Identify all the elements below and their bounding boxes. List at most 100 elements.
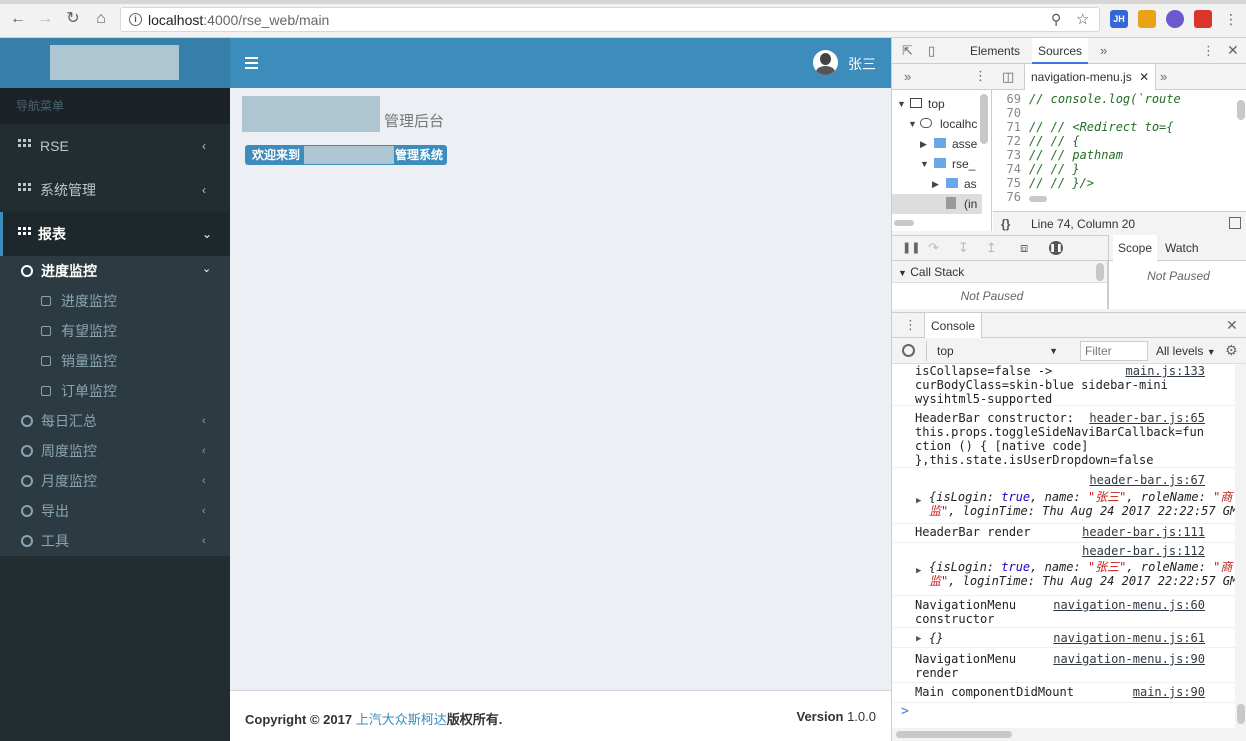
pause-on-exceptions-icon[interactable]: ❚❚ bbox=[1049, 241, 1063, 255]
close-icon[interactable]: ✕ bbox=[1139, 70, 1149, 84]
circle-icon bbox=[21, 535, 33, 547]
welcome-suffix: 管理系统 bbox=[395, 148, 444, 162]
chrome-menu-icon[interactable]: ⋮ bbox=[1222, 10, 1240, 28]
chevron-down-icon: ⌄ bbox=[202, 227, 213, 241]
code-scrollbar[interactable] bbox=[1237, 100, 1245, 120]
pause-icon[interactable]: ❚❚ bbox=[902, 241, 920, 254]
more-files-icon[interactable]: » bbox=[1160, 69, 1167, 84]
back-icon[interactable]: ← bbox=[9, 10, 27, 28]
tab-sources[interactable]: Sources bbox=[1032, 38, 1089, 64]
submenu-item-monthly[interactable]: 月度监控 ‹ bbox=[0, 466, 230, 496]
expand-triangle-icon[interactable]: ▶ bbox=[916, 634, 921, 644]
console-prompt[interactable]: > bbox=[892, 704, 1235, 728]
step-into-icon[interactable]: ↧ bbox=[958, 240, 969, 256]
more-tabs-icon[interactable]: » bbox=[1100, 43, 1107, 58]
reload-icon[interactable]: ↻ bbox=[64, 10, 82, 28]
fox-extension-icon[interactable] bbox=[1138, 10, 1156, 28]
source-link[interactable]: header-bar.js:65 bbox=[1089, 411, 1205, 425]
callstack-scrollbar[interactable] bbox=[1096, 263, 1104, 281]
obj-logintime: Thu Aug 24 2017 22:22:57 GM bbox=[1042, 504, 1235, 518]
page-title: 管理后台 bbox=[384, 113, 445, 130]
tab-console[interactable]: Console bbox=[924, 313, 983, 339]
source-link[interactable]: header-bar.js:112 bbox=[1082, 544, 1205, 558]
devtools-menu-icon[interactable]: ⋮ bbox=[1202, 43, 1215, 59]
close-icon[interactable]: ✕ bbox=[1226, 317, 1238, 334]
jh-extension-icon[interactable]: JH bbox=[1110, 10, 1128, 28]
console-vscrollbar[interactable] bbox=[1235, 364, 1246, 741]
address-bar[interactable]: i localhost:4000/rse_web/main ⚲ ☆ bbox=[120, 7, 1100, 32]
deactivate-breakpoints-icon[interactable]: ⧈ bbox=[1020, 240, 1028, 256]
device-toolbar-icon[interactable]: ▯ bbox=[928, 43, 935, 59]
obj-name: "张三" bbox=[1087, 490, 1127, 504]
subsubmenu-item[interactable]: 进度监控 bbox=[0, 286, 230, 316]
tab-watch[interactable]: Watch bbox=[1165, 235, 1199, 261]
source-link[interactable]: header-bar.js:111 bbox=[1082, 525, 1205, 539]
console-filter-input[interactable] bbox=[1080, 341, 1148, 361]
forward-icon[interactable]: → bbox=[36, 10, 54, 28]
globe-extension-icon[interactable] bbox=[1166, 10, 1184, 28]
drawer-menu-icon[interactable]: ⋮ bbox=[904, 317, 917, 333]
submenu-item-tools[interactable]: 工具 ‹ bbox=[0, 526, 230, 556]
console-hscrollbar[interactable] bbox=[892, 728, 1235, 741]
url-path: :4000/rse_web/main bbox=[203, 12, 330, 28]
subsubmenu-item[interactable]: 有望监控 bbox=[0, 316, 230, 346]
inspect-element-icon[interactable]: ⇱ bbox=[902, 43, 913, 59]
site-info-icon[interactable]: i bbox=[129, 13, 142, 26]
console-message: ▶ {} navigation-menu.js:61 bbox=[892, 628, 1235, 648]
code-editor[interactable]: 69 // console.log(`route 70 71 // // <Redi… bbox=[993, 90, 1246, 205]
source-link[interactable]: navigation-menu.js:90 bbox=[1053, 652, 1205, 666]
subsubmenu-item[interactable]: 订单监控 bbox=[0, 376, 230, 406]
source-link[interactable]: main.js:133 bbox=[1126, 364, 1205, 378]
subsubmenu-item[interactable]: 销量监控 bbox=[0, 346, 230, 376]
expand-triangle-icon[interactable]: ▶ bbox=[916, 496, 921, 506]
submenu-item-export[interactable]: 导出 ‹ bbox=[0, 496, 230, 526]
code-line: // // pathnam bbox=[1029, 148, 1123, 162]
source-link[interactable]: main.js:90 bbox=[1133, 685, 1205, 699]
gift-extension-icon[interactable] bbox=[1194, 10, 1212, 28]
source-link[interactable]: navigation-menu.js:60 bbox=[1053, 598, 1205, 612]
call-stack-header[interactable]: ▼ Call Stack bbox=[892, 261, 1107, 283]
home-icon[interactable]: ⌂ bbox=[92, 10, 110, 28]
hamburger-menu-icon[interactable] bbox=[245, 57, 258, 69]
tab-file[interactable]: navigation-menu.js ✕ bbox=[1024, 64, 1157, 90]
version-number: 1.0.0 bbox=[847, 709, 876, 724]
log-levels-select[interactable]: All levels ▼ bbox=[1156, 341, 1216, 362]
submenu-label: 每日汇总 bbox=[41, 413, 97, 429]
submenu-item-progress[interactable]: 进度监控 ⌄ bbox=[0, 256, 230, 286]
submenu-item-daily[interactable]: 每日汇总 ‹ bbox=[0, 406, 230, 436]
step-over-icon[interactable]: ↷ bbox=[928, 240, 939, 256]
copyright: Copyright © 2017 上汽大众斯柯达版权所有. bbox=[245, 709, 502, 728]
step-out-icon[interactable]: ↥ bbox=[986, 240, 997, 256]
submenu-item-weekly[interactable]: 周度监控 ‹ bbox=[0, 436, 230, 466]
toggle-debugger-icon[interactable] bbox=[1229, 217, 1241, 229]
tree-scrollbar[interactable] bbox=[980, 94, 988, 144]
toggle-navigator-icon[interactable]: ◫ bbox=[1002, 69, 1014, 85]
sidebar-item-reports[interactable]: 报表 ⌄ bbox=[0, 212, 230, 256]
console-output[interactable]: isCollapse=false -> curBodyClass=skin-bl… bbox=[892, 364, 1235, 704]
pretty-print-icon[interactable]: {} bbox=[1001, 212, 1010, 236]
close-icon[interactable]: ✕ bbox=[1227, 42, 1239, 59]
source-link[interactable]: header-bar.js:67 bbox=[1089, 473, 1205, 487]
tab-scope[interactable]: Scope bbox=[1113, 235, 1158, 261]
avatar[interactable] bbox=[813, 50, 838, 75]
submenu-label: 月度监控 bbox=[41, 473, 97, 489]
settings-gear-icon[interactable]: ⚙ bbox=[1225, 342, 1238, 359]
logo-redacted[interactable] bbox=[50, 45, 179, 80]
more-panes-icon[interactable]: » bbox=[904, 69, 911, 84]
sidebar-item-system-admin[interactable]: 系统管理 ‹ bbox=[0, 168, 230, 212]
tree-hscrollbar[interactable] bbox=[894, 220, 914, 226]
company-link[interactable]: 上汽大众斯柯达 bbox=[356, 712, 447, 727]
key-icon[interactable]: ⚲ bbox=[1051, 11, 1061, 28]
tree-item-selected[interactable]: (in bbox=[892, 194, 982, 214]
tab-elements[interactable]: Elements bbox=[970, 38, 1020, 64]
context-select[interactable]: top ▼ bbox=[926, 341, 1066, 361]
source-link[interactable]: navigation-menu.js:61 bbox=[1053, 631, 1205, 645]
clear-console-icon[interactable] bbox=[902, 344, 915, 357]
user-name[interactable]: 张三 bbox=[848, 54, 876, 74]
expand-triangle-icon[interactable]: ▶ bbox=[916, 566, 921, 576]
bookmark-star-icon[interactable]: ☆ bbox=[1076, 10, 1089, 28]
sidebar-item-rse[interactable]: RSE ‹ bbox=[0, 124, 230, 168]
square-icon bbox=[41, 386, 51, 396]
code-hscrollbar[interactable] bbox=[1029, 196, 1047, 202]
navigator-menu-icon[interactable]: ⋮ bbox=[974, 68, 987, 84]
